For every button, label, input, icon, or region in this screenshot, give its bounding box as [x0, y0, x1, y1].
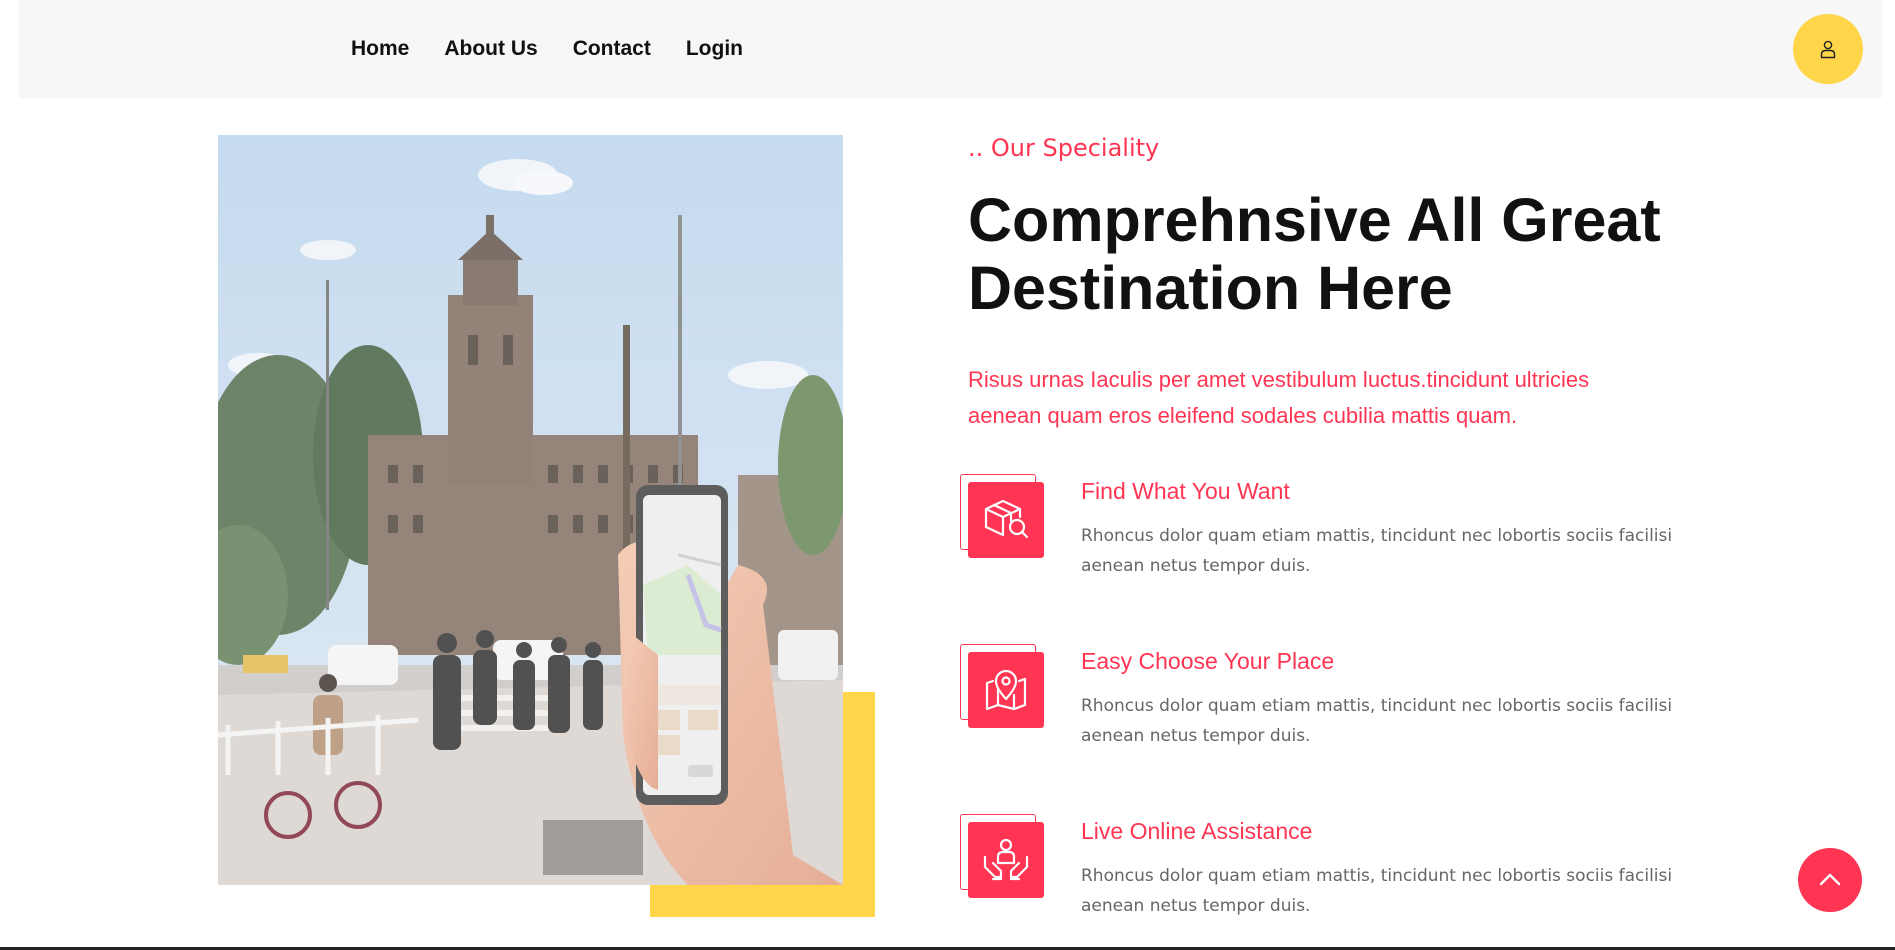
nav-about-link[interactable]: About Us	[444, 36, 537, 62]
feature-title: Live Online Assistance	[1081, 818, 1313, 844]
main-nav: Home About Us Contact Login	[351, 36, 778, 62]
icon-box	[968, 482, 1044, 558]
nav-login-link[interactable]: Login	[686, 36, 743, 62]
user-account-button[interactable]	[1793, 14, 1863, 84]
map-pin-icon	[985, 669, 1027, 711]
nav-contact-link[interactable]: Contact	[573, 36, 651, 62]
site-header: Home About Us Contact Login	[19, 0, 1882, 98]
hero-photo	[218, 135, 843, 885]
feature-title: Easy Choose Your Place	[1081, 648, 1335, 674]
feature-text: Rhoncus dolor quam etiam mattis, tincidu…	[1081, 526, 1673, 576]
icon-box	[968, 822, 1044, 898]
feature-text: Rhoncus dolor quam etiam mattis, tincidu…	[1081, 866, 1673, 916]
scroll-to-top-button[interactable]	[1798, 848, 1862, 912]
feature-item-assistance: Live Online Assistance Rhoncus dolor qua…	[960, 814, 1680, 934]
section-eyebrow: .. Our Speciality	[968, 134, 1160, 162]
user-icon	[1820, 40, 1836, 59]
feature-item-choose-place: Easy Choose Your Place Rhoncus dolor qua…	[960, 644, 1680, 764]
package-search-icon	[984, 499, 1029, 539]
icon-box	[968, 652, 1044, 728]
feature-text: Rhoncus dolor quam etiam mattis, tincidu…	[1081, 696, 1673, 746]
nav-home-link[interactable]: Home	[351, 36, 409, 62]
assistance-icon	[983, 838, 1029, 881]
feature-title: Find What You Want	[1081, 478, 1290, 504]
feature-item-find: Find What You Want Rhoncus dolor quam et…	[960, 474, 1680, 594]
section-description: Risus urnas Iaculis per amet vestibulum …	[968, 367, 1590, 428]
chevron-up-icon	[1819, 873, 1841, 886]
page: Home About Us Contact Login .. Our Speci…	[0, 0, 1895, 950]
section-title: Comprehnsive All Great Destination Here	[968, 186, 1661, 322]
